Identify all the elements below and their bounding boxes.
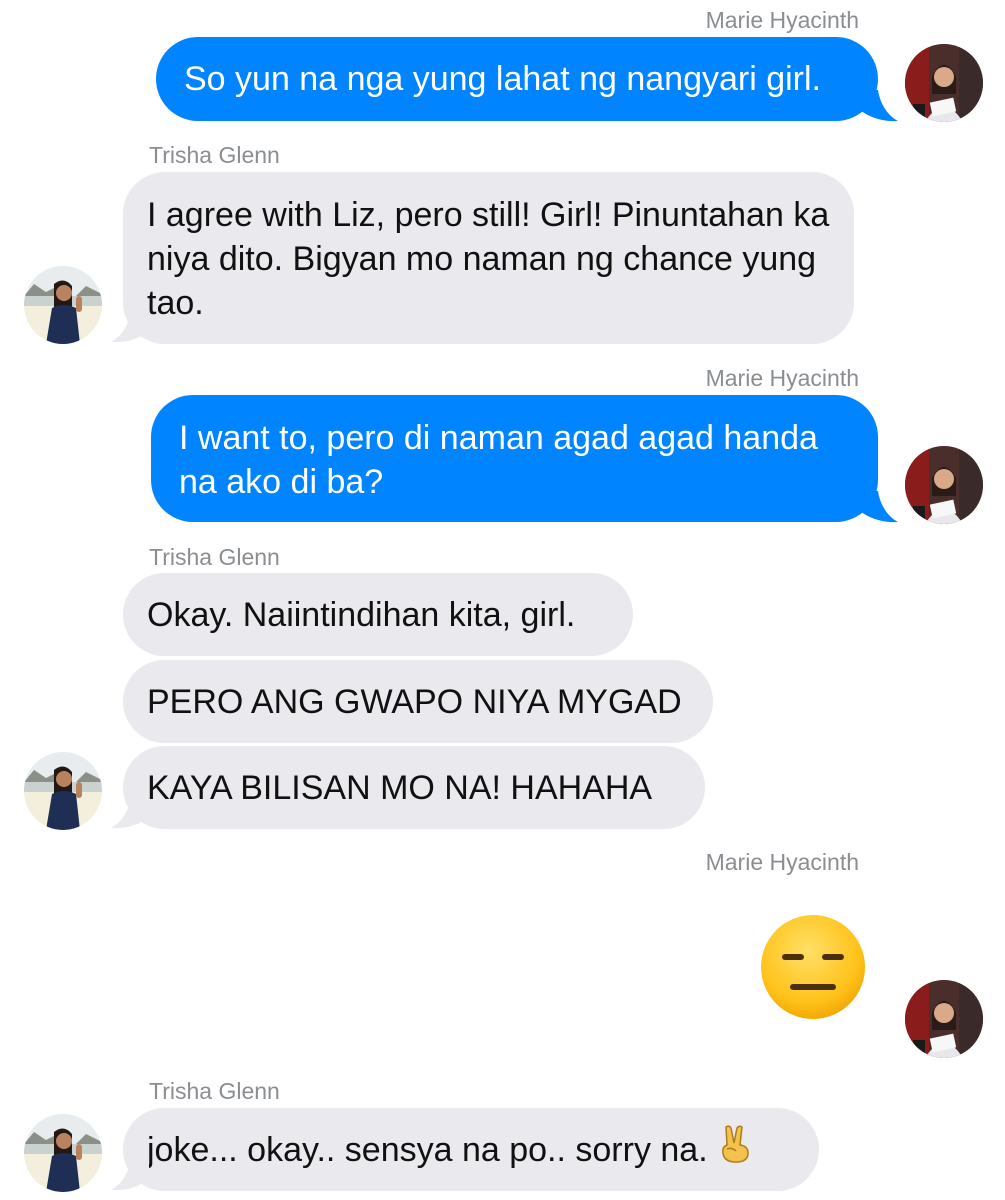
avatar-trisha[interactable] <box>24 266 102 344</box>
victory-hand-icon <box>718 1125 752 1174</box>
message-bubble-incoming[interactable]: joke... okay.. sensya na po.. sorry na. <box>123 1108 819 1191</box>
sender-name-trisha: Trisha Glenn <box>149 544 280 570</box>
message-text: joke... okay.. sensya na po.. sorry na. <box>147 1130 708 1169</box>
avatar-trisha[interactable] <box>24 1114 102 1192</box>
sender-name-marie: Marie Hyacinth <box>705 7 859 33</box>
message-bubble-incoming[interactable]: PERO ANG GWAPO NIYA MYGAD <box>123 660 713 743</box>
message-bubble-outgoing[interactable]: I want to, pero di naman agad agad handa… <box>151 395 878 522</box>
bubble-tail <box>860 491 898 523</box>
sender-name-marie: Marie Hyacinth <box>705 849 859 875</box>
message-bubble-incoming[interactable]: I agree with Liz, pero still! Girl! Pinu… <box>123 172 854 344</box>
avatar-trisha[interactable] <box>24 752 102 830</box>
sender-name-trisha: Trisha Glenn <box>149 142 280 168</box>
avatar-marie[interactable] <box>905 980 983 1058</box>
bubble-tail <box>111 797 149 829</box>
avatar-marie[interactable] <box>905 446 983 524</box>
sender-name-trisha: Trisha Glenn <box>149 1078 280 1104</box>
bubble-tail <box>111 1159 149 1191</box>
expressionless-face-icon[interactable] <box>760 914 866 1025</box>
sender-name-marie: Marie Hyacinth <box>705 365 859 391</box>
bubble-tail <box>111 311 149 343</box>
message-bubble-incoming[interactable]: Okay. Naiintindihan kita, girl. <box>123 573 633 656</box>
message-bubble-outgoing[interactable]: So yun na nga yung lahat ng nangyari gir… <box>156 37 878 121</box>
avatar-marie[interactable] <box>905 44 983 122</box>
bubble-tail <box>860 90 898 122</box>
message-bubble-incoming[interactable]: KAYA BILISAN MO NA! HAHAHA <box>123 746 705 829</box>
